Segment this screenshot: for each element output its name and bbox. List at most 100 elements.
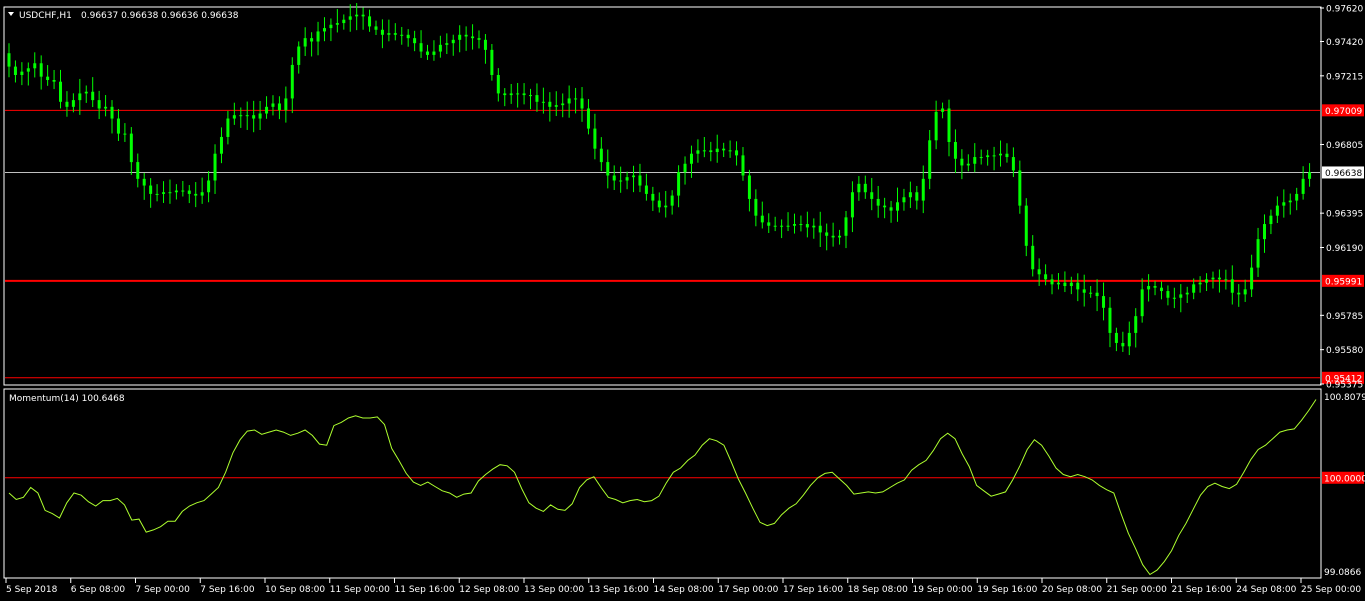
chevron-down-icon[interactable] <box>8 12 14 16</box>
candle-body <box>432 51 436 55</box>
x-tick-label: 14 Sep 08:00 <box>654 585 714 595</box>
candle-body <box>368 16 372 27</box>
candle-body <box>1172 297 1176 299</box>
candle-body <box>548 101 552 107</box>
candle-body <box>361 14 365 17</box>
candle-body <box>496 74 500 94</box>
candle-body <box>322 28 326 32</box>
candle-body <box>149 185 153 194</box>
candle-body <box>329 24 333 29</box>
candle-body <box>928 140 932 179</box>
y-tick-label: 0.97420 <box>1326 38 1363 48</box>
x-tick-label: 12 Sep 08:00 <box>459 585 519 595</box>
x-tick-label: 7 Sep 16:00 <box>200 585 255 595</box>
candle-body <box>374 26 378 30</box>
candle-body <box>1237 292 1241 295</box>
candle-body <box>1127 332 1131 347</box>
candle-body <box>1056 282 1060 285</box>
candle-body <box>1211 277 1215 280</box>
candle-body <box>567 98 571 104</box>
candle-body <box>1224 279 1228 281</box>
candle-body <box>1198 282 1202 285</box>
candle-body <box>1005 153 1009 158</box>
candle-body <box>632 175 636 178</box>
candle-body <box>780 225 784 227</box>
candle-body <box>451 39 455 44</box>
candle-body <box>953 141 957 159</box>
x-tick-label: 19 Sep 00:00 <box>913 585 973 595</box>
candle-body <box>116 118 120 134</box>
candle-body <box>46 76 50 81</box>
candle-body <box>290 64 294 99</box>
candle-body <box>1140 289 1144 317</box>
candle-body <box>1230 279 1234 293</box>
candle-body <box>1114 332 1118 343</box>
candle-body <box>1192 284 1196 293</box>
momentum-line <box>8 399 1317 576</box>
candle-body <box>664 205 668 208</box>
candle-body <box>123 133 127 135</box>
candle-body <box>1205 279 1209 283</box>
candle-body <box>342 19 346 24</box>
candle-body <box>805 224 809 228</box>
candle-body <box>1217 277 1221 280</box>
candle-body <box>529 95 533 97</box>
candle-body <box>39 63 43 77</box>
candle-body <box>297 46 301 65</box>
candle-body <box>908 192 912 198</box>
candle-body <box>1288 200 1292 203</box>
candle-body <box>625 177 629 181</box>
x-tick-label: 11 Sep 00:00 <box>330 585 390 595</box>
candle-body <box>947 108 951 142</box>
candle-body <box>561 103 565 106</box>
candle-body <box>1069 282 1073 287</box>
candle-body <box>1024 205 1028 246</box>
candle-body <box>277 103 281 111</box>
candle-body <box>110 106 114 119</box>
candle-body <box>26 68 30 72</box>
y-tick-label: 0.97215 <box>1326 72 1363 82</box>
candle-body <box>213 153 217 181</box>
candle-body <box>1089 292 1093 294</box>
candle-body <box>219 136 223 154</box>
candle-body <box>458 34 462 40</box>
candle-body <box>419 43 423 52</box>
candle-body <box>516 93 520 95</box>
candle-body <box>677 172 681 196</box>
candle-body <box>941 108 945 112</box>
candle-body <box>586 108 590 129</box>
candle-body <box>651 193 655 201</box>
candle-body <box>509 93 513 96</box>
price-label-text: 0.96638 <box>1325 169 1362 179</box>
candle-body <box>52 80 56 82</box>
candle-body <box>239 115 243 117</box>
candle-body <box>245 115 249 117</box>
x-tick-label: 21 Sep 16:00 <box>1172 585 1232 595</box>
candle-body <box>844 217 848 236</box>
x-tick-label: 25 Sep 00:00 <box>1301 585 1361 595</box>
candle-body <box>1076 282 1080 290</box>
candle-body <box>1282 202 1286 206</box>
candle-body <box>1159 287 1163 292</box>
trading-chart[interactable]: 0.970090.966380.959910.95412 0.976200.97… <box>0 0 1365 601</box>
candle-body <box>187 190 191 194</box>
candle-body <box>689 153 693 164</box>
candle-body <box>477 38 481 40</box>
candle-body <box>889 207 893 211</box>
candle-body <box>1037 269 1041 275</box>
candle-body <box>1082 289 1086 293</box>
candle-body <box>1166 291 1170 298</box>
candle-body <box>1256 239 1260 268</box>
y-tick-label: 0.95375 <box>1326 381 1363 391</box>
y-tick-label: 0.95580 <box>1326 346 1363 356</box>
candle-body <box>226 118 230 137</box>
candle-body <box>722 148 726 151</box>
candle-body <box>735 150 739 156</box>
candle-body <box>580 98 584 109</box>
candle-body <box>303 38 307 47</box>
candle-body <box>406 34 410 39</box>
candle-body <box>838 235 842 238</box>
candle-body <box>1147 286 1151 290</box>
level-label-text: 100.0000 <box>1324 474 1365 484</box>
y-tick-label: 0.95785 <box>1326 312 1363 322</box>
